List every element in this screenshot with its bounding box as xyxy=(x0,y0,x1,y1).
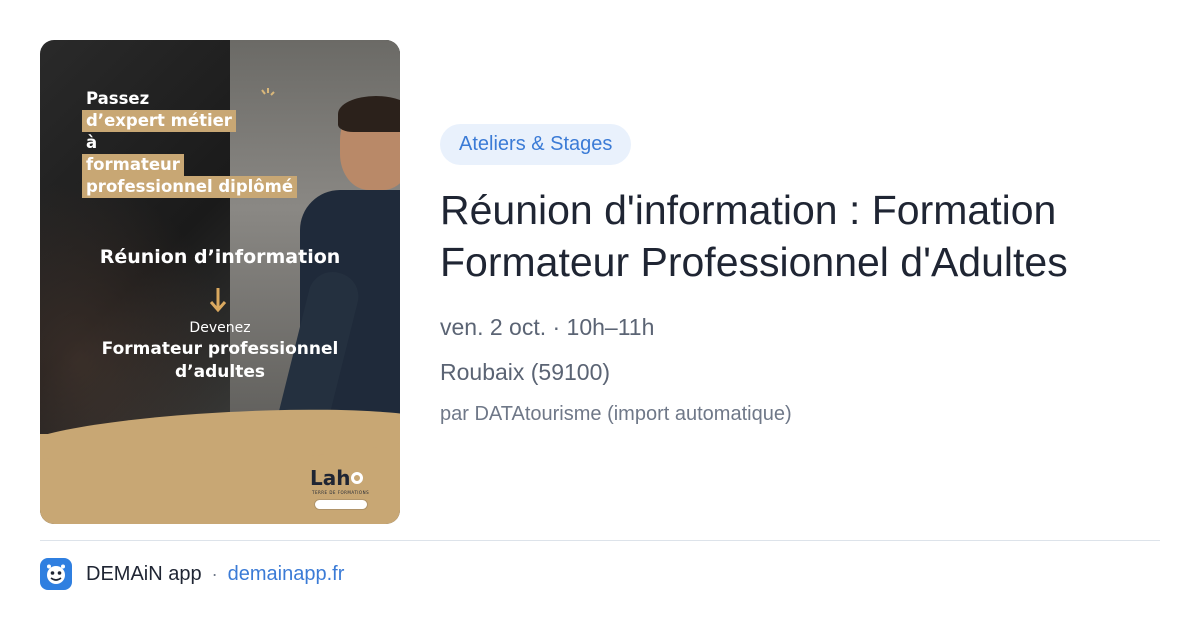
event-poster-image: Passez d’expert métier à formateur profe… xyxy=(40,40,400,524)
poster-headline-highlight: professionnel diplômé xyxy=(82,176,298,198)
poster-headline-highlight: d’expert métier xyxy=(82,110,236,132)
app-logo-icon[interactable] xyxy=(40,558,72,590)
poster-headline-line: Passez xyxy=(86,89,150,108)
poster-become-title: Formateur professionnel d’adultes xyxy=(40,338,400,384)
poster-headline: Passez d’expert métier à formateur profe… xyxy=(82,88,346,198)
footer-divider xyxy=(40,540,1160,541)
poster-person-hair xyxy=(338,96,400,132)
poster-become-line: Formateur professionnel xyxy=(101,339,339,359)
laho-logo: Lah xyxy=(310,466,380,490)
logo-text: Lah xyxy=(310,466,351,490)
poster-headline-line: à xyxy=(86,133,98,152)
event-source: par DATAtourisme (import automatique) xyxy=(440,403,792,425)
footer: DEMAiN app · demainapp.fr xyxy=(40,557,344,591)
poster-become-line: d’adultes xyxy=(175,362,265,382)
app-name: DEMAiN app xyxy=(86,562,202,585)
logo-subtitle: TERRE DE FORMATIONS xyxy=(312,490,370,495)
poster-headline-highlight: formateur xyxy=(82,154,184,176)
event-title[interactable]: Réunion d'information : Formation Format… xyxy=(440,184,1160,288)
event-location: Roubaix (59100) xyxy=(440,359,611,385)
event-datetime: ven. 2 oct. · 10h–11h xyxy=(440,314,655,340)
arrow-down-icon xyxy=(208,286,228,316)
category-badge[interactable]: Ateliers & Stages xyxy=(440,124,632,165)
poster-meeting-label: Réunion d’information xyxy=(99,246,341,268)
sparkle-icon xyxy=(258,86,278,106)
footer-separator: · xyxy=(211,563,218,584)
logo-badge xyxy=(314,499,368,510)
poster-become-label: Devenez xyxy=(189,320,251,336)
app-domain-link[interactable]: demainapp.fr xyxy=(228,563,345,586)
